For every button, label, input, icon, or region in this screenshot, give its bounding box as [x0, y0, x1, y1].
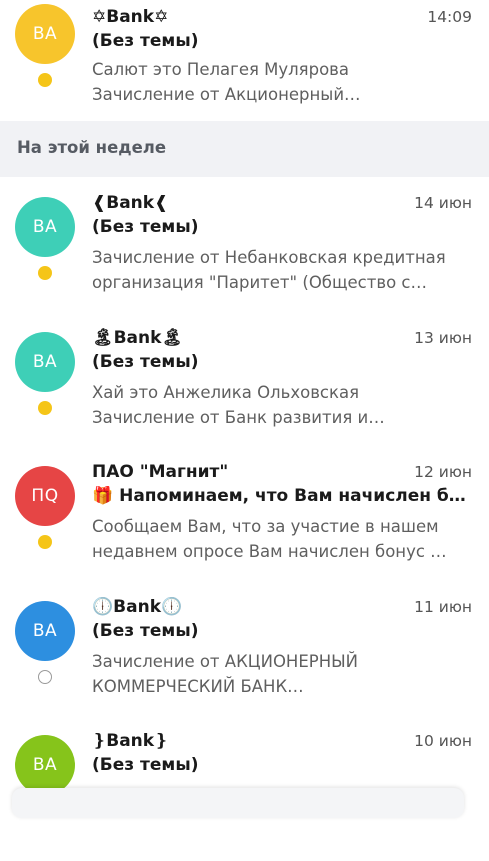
snippet-line: Сообщаем Вам, что за участие в нашем	[92, 517, 439, 536]
avatar: BA	[15, 332, 75, 392]
mail-item[interactable]: BA ❰Bank❰ 14 июн (Без темы) Зачисление о…	[0, 193, 489, 323]
unread-indicator[interactable]	[38, 73, 52, 87]
mail-snippet: Хай это Анжелика Ольховская Зачисление о…	[92, 380, 474, 430]
snippet-line: Салют это Пелагея Мулярова	[92, 60, 350, 79]
unread-indicator[interactable]	[38, 401, 52, 415]
snippet-line: Зачисление от Акционерный…	[92, 85, 361, 104]
mail-subject: (Без темы)	[92, 217, 199, 237]
mail-snippet: Зачисление от Небанковская кредитная орг…	[92, 245, 474, 295]
mail-snippet: Салют это Пелагея Мулярова Зачисление от…	[92, 57, 474, 107]
mail-subject: (Без темы)	[92, 621, 199, 641]
mail-subject: (Без темы)	[92, 352, 199, 372]
mail-date: 11 июн	[414, 598, 472, 616]
sender-name: 🕕Bank🕕	[92, 597, 183, 617]
mail-subject: 🎁 Напоминаем, что Вам начислен бону…	[92, 486, 474, 506]
unread-indicator[interactable]	[38, 535, 52, 549]
mail-item[interactable]: ПQ ПАО "Магнит" 12 июн 🎁 Напоминаем, что…	[0, 462, 489, 592]
mail-date: 10 июн	[414, 732, 472, 750]
sender-name: ❵Bank❵	[92, 731, 169, 751]
snippet-line: Зачисление от Небанковская кредитная	[92, 248, 446, 267]
snippet-line: организация "Паритет" (Общество с…	[92, 273, 427, 292]
mail-snippet: Зачисление от АКЦИОНЕРНЫЙ КОММЕРЧЕСКИЙ Б…	[92, 649, 474, 699]
snippet-line: Зачисление от АКЦИОНЕРНЫЙ	[92, 652, 359, 671]
mail-date: 14:09	[427, 8, 472, 26]
unread-indicator[interactable]	[38, 266, 52, 280]
snippet-line: Зачисление от Банк развития и…	[92, 408, 385, 427]
avatar: BA	[15, 4, 75, 64]
mail-date: 14 июн	[414, 194, 472, 212]
sender-name: ПАО "Магнит"	[92, 462, 229, 482]
mail-subject: (Без темы)	[92, 755, 199, 775]
snippet-line: Хай это Анжелика Ольховская	[92, 383, 359, 402]
avatar: BA	[15, 601, 75, 661]
section-header: На этой неделе	[0, 121, 489, 177]
snippet-line: недавнем опросе Вам начислен бонус …	[92, 542, 447, 561]
mail-item[interactable]: BA 🏝Bank🏝 13 июн (Без темы) Хай это Анже…	[0, 328, 489, 458]
avatar: BA	[15, 197, 75, 257]
mail-snippet: Сообщаем Вам, что за участие в нашем нед…	[92, 514, 474, 564]
avatar: BA	[15, 735, 75, 795]
mail-date: 12 июн	[414, 463, 472, 481]
snippet-line: КОММЕРЧЕСКИЙ БАНК…	[92, 677, 304, 696]
avatar: ПQ	[15, 466, 75, 526]
mail-item[interactable]: BA 🕕Bank🕕 11 июн (Без темы) Зачисление о…	[0, 597, 489, 727]
section-title: На этой неделе	[17, 138, 167, 157]
mail-list: BA ✡Bank✡ 14:09 (Без темы) Салют это Пел…	[0, 0, 489, 861]
mail-item[interactable]: BA ✡Bank✡ 14:09 (Без темы) Салют это Пел…	[0, 0, 489, 130]
sender-name: 🏝Bank🏝	[92, 328, 184, 348]
bottom-bar[interactable]	[12, 788, 464, 818]
unread-indicator[interactable]	[38, 670, 52, 684]
mail-date: 13 июн	[414, 329, 472, 347]
sender-name: ❰Bank❰	[92, 193, 169, 213]
mail-subject: (Без темы)	[92, 31, 199, 51]
sender-name: ✡Bank✡	[92, 7, 169, 27]
